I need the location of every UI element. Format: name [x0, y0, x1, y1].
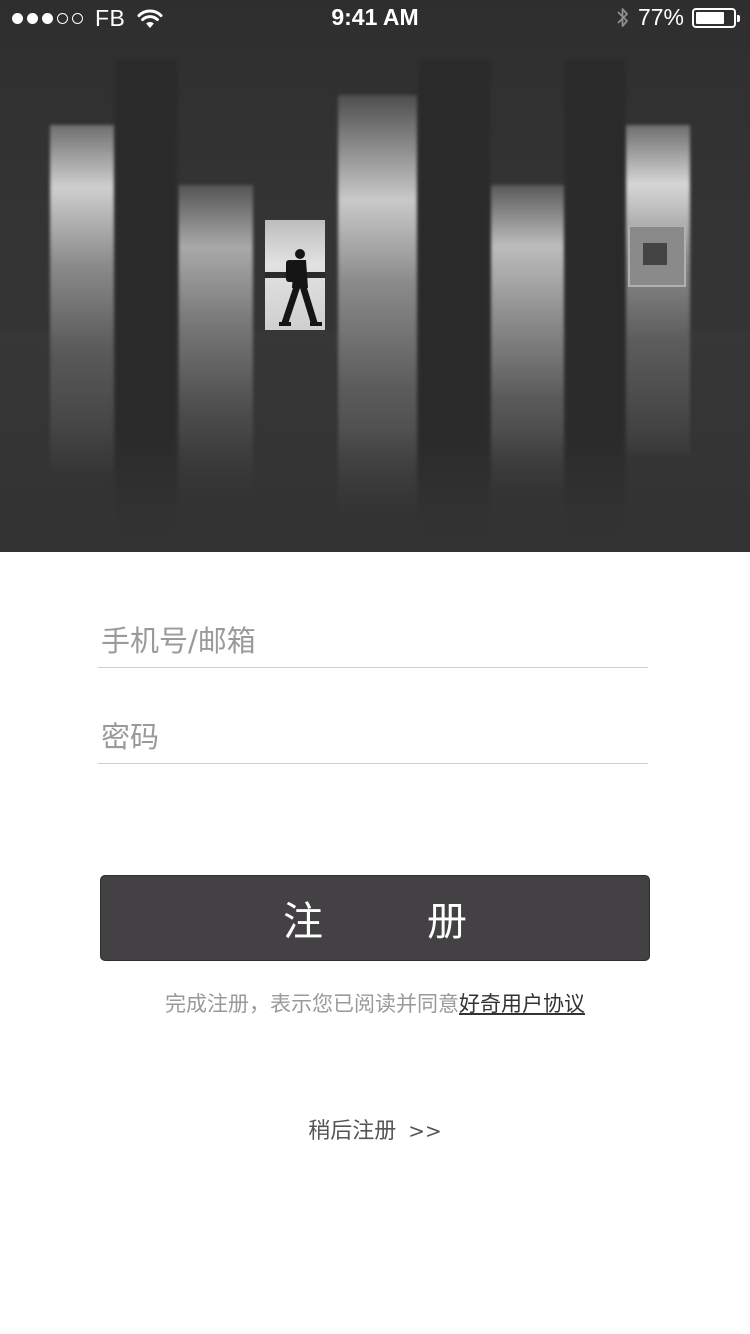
status-right: 77%: [616, 4, 740, 31]
user-agreement-link[interactable]: 好奇用户协议: [459, 992, 585, 1016]
register-button-label-char: 注: [283, 899, 323, 945]
hero-pillar: [50, 125, 115, 470]
register-later-link[interactable]: 稍后注册 >>: [0, 1113, 750, 1145]
hero-pillar: [625, 125, 690, 455]
walking-person-silhouette: [279, 249, 322, 326]
battery-icon: [692, 7, 740, 28]
battery-percent: 77%: [637, 4, 684, 30]
status-bar: FB 9:41 AM 77%: [0, 0, 750, 36]
agreement-text: 完成注册，表示您已阅读并同意好奇用户协议: [0, 988, 750, 1018]
phone-email-field: [98, 614, 648, 668]
bluetooth-icon: [617, 7, 628, 27]
hero-wall-panel: [628, 225, 686, 287]
register-later-label: 稍后注册: [308, 1119, 397, 1144]
register-button[interactable]: 注 册: [100, 875, 650, 961]
hero-fade: [0, 430, 750, 552]
register-screen: FB 9:41 AM 77% 注 册 完成: [0, 0, 750, 1334]
phone-email-input[interactable]: [98, 614, 648, 667]
password-field: [98, 711, 648, 764]
password-input[interactable]: [98, 711, 648, 763]
agreement-prefix: 完成注册，表示您已阅读并同意: [165, 992, 459, 1016]
hero-photo: [0, 0, 750, 552]
register-button-label-char: 册: [427, 899, 467, 945]
register-later-arrows: >>: [408, 1119, 442, 1143]
